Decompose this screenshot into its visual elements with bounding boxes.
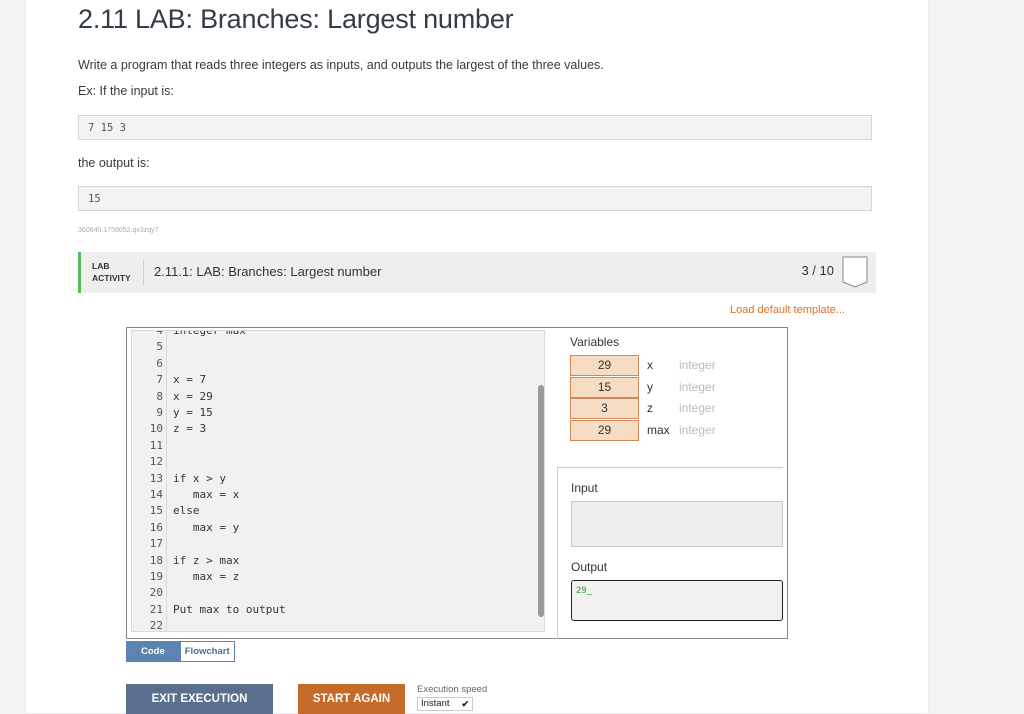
code-line: 10 z = 3 [132, 421, 206, 437]
execution-speed-value: Instant [421, 698, 450, 709]
output-console: 29_ [571, 580, 783, 621]
lab-title: 2.11.1: LAB: Branches: Largest number [154, 264, 382, 279]
tab-code[interactable]: Code [126, 641, 180, 662]
line-number: 20 [149, 586, 163, 600]
code-line: 13 if x > y [132, 471, 226, 487]
example-input-box: 7 15 3 [78, 115, 872, 140]
code-text: integer max [173, 330, 246, 337]
variable-type: integer [679, 422, 716, 437]
variable-value: 29 [570, 355, 639, 376]
code-line: 7 x = 7 [132, 372, 206, 388]
line-number: 17 [149, 537, 163, 551]
code-text: if x > y [173, 471, 226, 485]
variable-name: max [647, 422, 670, 437]
code-text: else [173, 504, 200, 518]
exit-execution-button[interactable]: EXIT EXECUTION [126, 684, 273, 714]
line-number: 16 [149, 520, 163, 534]
code-line: 11 [132, 438, 163, 454]
example-output-label: the output is: [78, 156, 150, 170]
lab-tag-line1: LAB [92, 261, 110, 271]
page-title: 2.11 LAB: Branches: Largest number [78, 4, 514, 34]
line-number: 21 [149, 602, 163, 616]
start-again-button[interactable]: START AGAIN [298, 684, 405, 714]
variable-type: integer [679, 358, 716, 372]
variable-value: 15 [570, 376, 639, 398]
code-text: Put max to output [173, 602, 286, 616]
line-number: 4 [156, 330, 163, 337]
content-id: 360640.1758052.qx3zqy7 [78, 227, 159, 234]
variables-label: Variables [570, 335, 620, 349]
output-label: Output [571, 560, 608, 574]
code-text: max = x [173, 488, 240, 501]
zybooks-simulator: 4 integer max 5 6 7 x = 7 8 x = 29 9 y = 15 10 z = … [126, 327, 788, 639]
code-line: 12 [132, 454, 163, 470]
example-output-box: 15 [78, 186, 872, 211]
line-number: 8 [156, 389, 163, 403]
line-number: 11 [149, 438, 163, 452]
variable-type: integer [679, 401, 716, 415]
code-line: 9 y = 15 [132, 405, 212, 421]
chevron-down-icon: ✔ [461, 699, 469, 709]
lab-score: 3 / 10 [801, 263, 834, 278]
code-text: z = 3 [173, 422, 207, 436]
line-number: 19 [149, 570, 163, 583]
code-line: 19 max = z [132, 569, 239, 585]
code-editor[interactable]: 4 integer max 5 6 7 x = 7 8 x = 29 9 y = 15 10 z = … [131, 330, 545, 632]
lab-activity-tag: LAB ACTIVITY [92, 260, 131, 284]
page-content: 2.11 LAB: Branches: Largest number Write… [26, 0, 928, 714]
code-line: 17 [132, 536, 163, 552]
line-number: 15 [149, 504, 163, 518]
gutter-divider [166, 331, 167, 631]
problem-description: Write a program that reads three integer… [78, 58, 604, 72]
code-line: 14 max = x [132, 487, 239, 503]
code-text: max = z [173, 570, 240, 583]
code-line: 5 [132, 339, 163, 355]
code-line: 6 [132, 356, 163, 372]
variable-name: z [647, 401, 653, 415]
code-line: 15 else [132, 503, 200, 519]
code-line: 21 Put max to output [132, 602, 286, 618]
code-line: 22 [132, 618, 163, 632]
line-number: 9 [156, 406, 163, 419]
code-text: y = 15 [173, 406, 213, 419]
code-line: 16 max = y [132, 520, 239, 536]
execution-speed-select[interactable]: Instant ✔ [417, 697, 473, 711]
line-number: 12 [149, 455, 163, 469]
variable-value: 3 [570, 398, 639, 419]
code-line: 8 x = 29 [132, 389, 212, 405]
variable-name: y [647, 379, 653, 394]
code-line: 20 [132, 585, 163, 601]
code-text: x = 7 [173, 373, 207, 387]
lab-activity-header: LAB ACTIVITY 2.11.1: LAB: Branches: Larg… [78, 252, 876, 293]
divider [143, 260, 144, 286]
load-default-template-link[interactable]: Load default template... [730, 304, 845, 316]
code-line: 4 integer max [132, 330, 245, 339]
line-number: 18 [149, 553, 163, 567]
variable-name: x [647, 358, 653, 372]
variable-value: 29 [570, 419, 639, 441]
tab-flowchart[interactable]: Flowchart [179, 641, 235, 662]
line-number: 6 [156, 356, 163, 370]
lab-tag-line2: ACTIVITY [92, 273, 131, 283]
input-label: Input [571, 481, 598, 495]
code-text: max = y [173, 520, 240, 534]
line-number: 10 [149, 422, 163, 436]
editor-scrollbar[interactable] [538, 385, 544, 617]
io-panel: Input Output 29_ [557, 467, 783, 639]
view-tabs: Code Flowchart [126, 641, 235, 662]
line-number: 14 [149, 488, 163, 501]
completion-badge-icon [842, 256, 868, 288]
code-line: 18 if z > max [132, 553, 239, 569]
line-number: 7 [156, 373, 163, 387]
variable-type: integer [679, 379, 716, 394]
execution-speed-label: Execution speed [417, 684, 488, 695]
example-input-label: Ex: If the input is: [78, 84, 174, 98]
line-number: 13 [149, 471, 163, 485]
input-field[interactable] [571, 501, 783, 547]
line-number: 5 [156, 340, 163, 354]
code-text: x = 29 [173, 389, 213, 403]
line-number: 22 [149, 619, 163, 632]
code-text: if z > max [173, 553, 240, 567]
